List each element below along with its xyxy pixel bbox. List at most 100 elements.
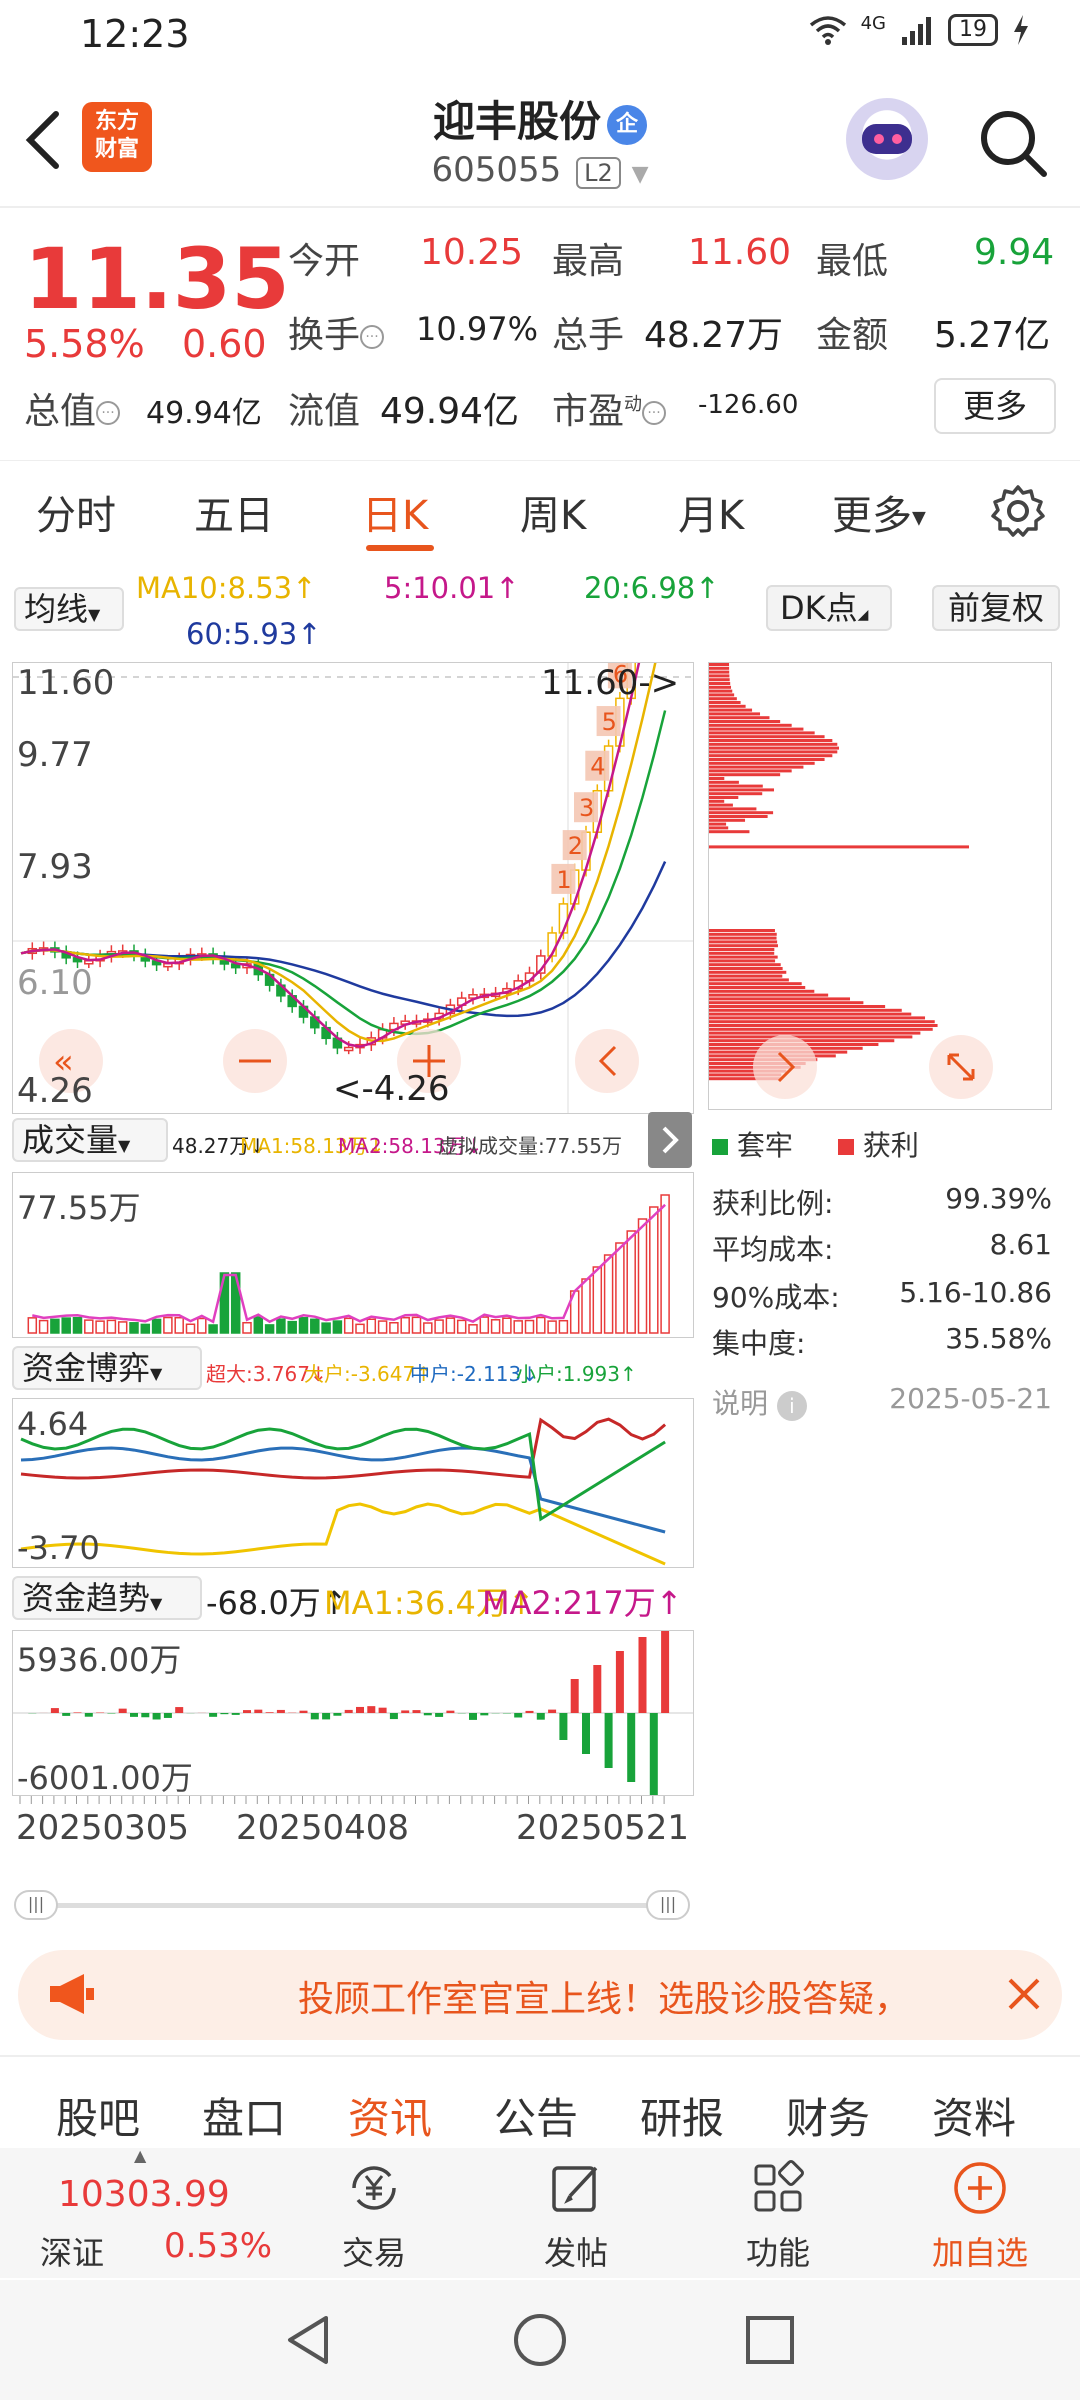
nav-home-icon[interactable] [510,2310,570,2370]
chip-bar [709,731,815,734]
post-button[interactable]: 发帖 [496,2158,656,2274]
tab-news[interactable]: 资讯 [348,2085,432,2146]
add-watchlist-button[interactable]: 加自选 [900,2158,1060,2274]
fund-trend-bar [266,1712,274,1713]
volume-bar [187,1324,195,1333]
tab-profile[interactable]: 资料 [932,2085,1016,2146]
active-tab-indicator [366,545,434,551]
volume-indicator-selector[interactable]: 成交量▼ [12,1118,168,1162]
chip-distribution-chart[interactable] [708,662,1052,1110]
low-value: 9.94 [974,232,1054,273]
chip-bars [709,663,969,1080]
volume-bar [627,1231,635,1333]
total-mv-value: 49.94亿 [146,388,262,432]
open-label: 今开 [288,232,360,284]
float-mv-value: 49.94亿 [380,382,519,434]
fund-trend-bar [220,1713,228,1714]
tab-financials[interactable]: 财务 [786,2085,870,2146]
ma5-value: 5:10.01↑ [384,571,520,605]
chip-bar [709,1009,902,1012]
fund-game-chart[interactable]: 4.64 -3.70 [12,1398,694,1568]
chip-bar [709,1013,911,1016]
info-icon[interactable]: i [777,1391,807,1421]
chip-next-button-bg[interactable] [753,1035,817,1099]
volume-bar [356,1324,364,1333]
volume-bar [582,1279,590,1333]
volume-bar [514,1321,522,1333]
fund-trend-bar [300,1711,308,1713]
fund-trend-selector[interactable]: 资金趋势▼ [12,1576,202,1620]
volume-bar [198,1319,206,1333]
nav-recents-icon[interactable] [740,2310,800,2370]
open-value: 10.25 [420,232,523,273]
volume-bar [605,1255,613,1333]
chevron-right-icon[interactable] [648,1112,692,1168]
functions-button[interactable]: 功能 [698,2158,858,2274]
ma-selector[interactable]: 均线▼ [14,587,124,631]
promo-banner[interactable]: 投顾工作室官宣上线！选股诊股答疑， [18,1950,1062,2040]
chip-bar [709,937,777,940]
range-scrollbar[interactable]: ||| ||| [14,1890,690,1920]
volume-bar [153,1319,161,1333]
volume-bar [333,1321,341,1333]
chip-bar [709,1035,912,1038]
tab-intraday[interactable]: 分时 [36,483,116,541]
quote-panel: 11.35 5.58% 0.60 今开 10.25 最高 11.60 最低 9.… [0,210,1080,455]
fund-trend-bar [582,1713,590,1754]
fund-trend-bar [277,1710,285,1713]
adjustment-selector[interactable]: 前复权 [932,585,1060,631]
signal-icon [900,15,934,45]
pan-step-button-bg[interactable] [575,1029,639,1093]
status-bar: 12:23 4G 19 [0,0,1080,72]
dk-point-selector[interactable]: DK点◢ [766,585,892,631]
close-icon[interactable] [1002,1972,1046,2016]
tab-daily-k[interactable]: 日K [362,483,428,541]
assistant-robot-avatar[interactable] [846,98,928,180]
cost-90-row: 90%成本: 5.16-10.86 [712,1276,1052,1316]
collapse-panel-button[interactable] [648,1112,692,1168]
kline-chart[interactable]: 123456789 « 11.60 9.77 7.93 6.10 4.26 11… [12,662,694,1114]
concentration-row: 集中度: 35.58% [712,1322,1052,1362]
index-ticker[interactable]: ▲ 10303.99 深证 0.53% [20,2148,280,2278]
sequence-number: 5 [602,708,617,736]
fund-trend-chart[interactable]: 5936.00万 -6001.00万 [12,1630,694,1796]
edit-pencil-icon [546,2158,606,2218]
volume-bar [593,1267,601,1333]
tab-weekly-k[interactable]: 周K [520,483,586,541]
tab-more-periods[interactable]: 更多▼ [832,483,926,541]
volume-bar [288,1322,296,1333]
more-quote-button[interactable]: 更多 [934,378,1056,434]
chip-bar [709,929,775,932]
search-icon[interactable] [976,106,1050,180]
tab-monthly-k[interactable]: 月K [678,483,744,541]
fund-trend-ma2: MA2:217万↑ [482,1578,683,1624]
turnover-label[interactable]: 换手 ··· [288,306,384,358]
change-percent: 5.58% [24,322,145,366]
nav-back-icon[interactable] [280,2310,340,2370]
fund-trend-bar [367,1706,375,1713]
chip-bar [709,785,763,788]
range-right-handle[interactable]: ||| [646,1890,690,1920]
add-circle-icon [950,2158,1010,2218]
tab-five-day[interactable]: 五日 [194,483,274,541]
tab-announcements[interactable]: 公告 [494,2085,578,2146]
settings-gear-icon[interactable] [990,483,1046,539]
dropdown-triangle-icon: ▼ [150,1594,162,1613]
enterprise-badge: 企 [607,105,647,145]
pe-label[interactable]: 市盈动 ··· [552,382,666,434]
chip-note-row[interactable]: 说明 i 2025-05-21 [712,1382,1052,1422]
index-name: 深证 [40,2228,104,2274]
wifi-icon [809,15,847,45]
tab-research[interactable]: 研报 [640,2085,724,2146]
volume-bar [96,1321,104,1333]
total-mv-label[interactable]: 总值 ··· [24,382,120,434]
tab-order-book[interactable]: 盘口 [202,2085,286,2146]
volume-chart[interactable]: 77.55万 [12,1172,694,1338]
trade-button[interactable]: 交易 [294,2158,454,2274]
fund-game-selector[interactable]: 资金博弈▼ [12,1346,202,1390]
chip-bar [709,667,729,670]
fund-trend-bar [526,1711,534,1713]
tab-forum[interactable]: 股吧 [56,2085,140,2146]
range-left-handle[interactable]: ||| [14,1890,58,1920]
volume-bar [616,1243,624,1333]
